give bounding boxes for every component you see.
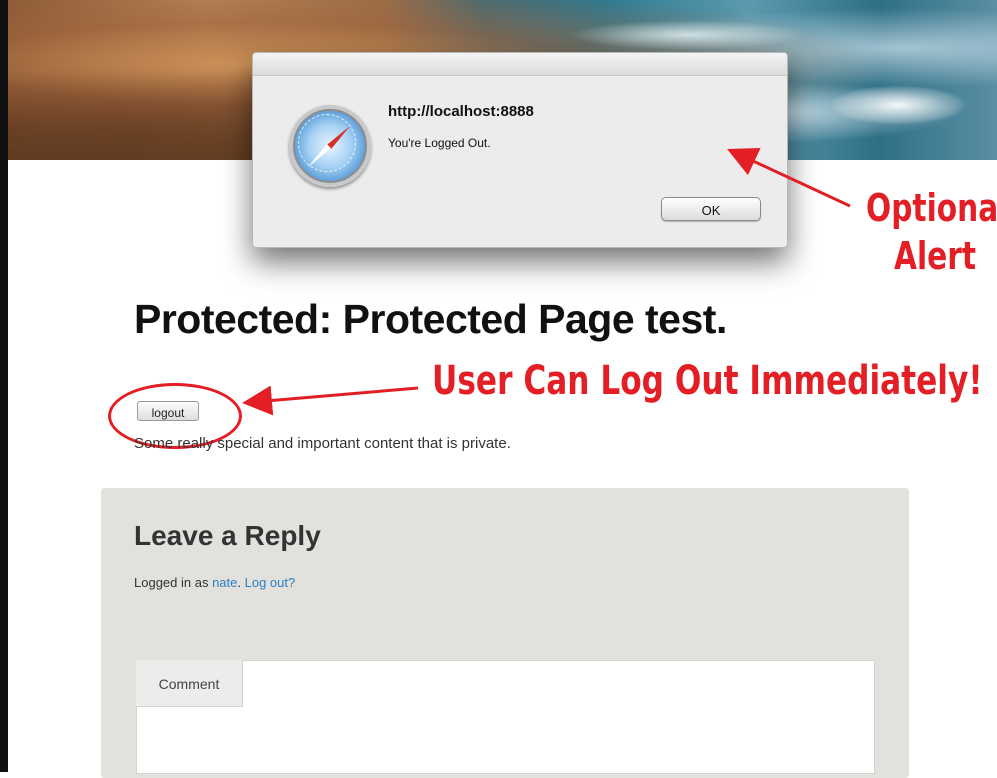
- annotation-optional: Optional: [866, 186, 997, 230]
- annotation-logout-callout: User Can Log Out Immediately!: [432, 358, 983, 404]
- arrow-to-dialog: [727, 147, 851, 208]
- arrow-to-logout: [242, 385, 419, 416]
- annotation-alert: Alert: [894, 234, 976, 278]
